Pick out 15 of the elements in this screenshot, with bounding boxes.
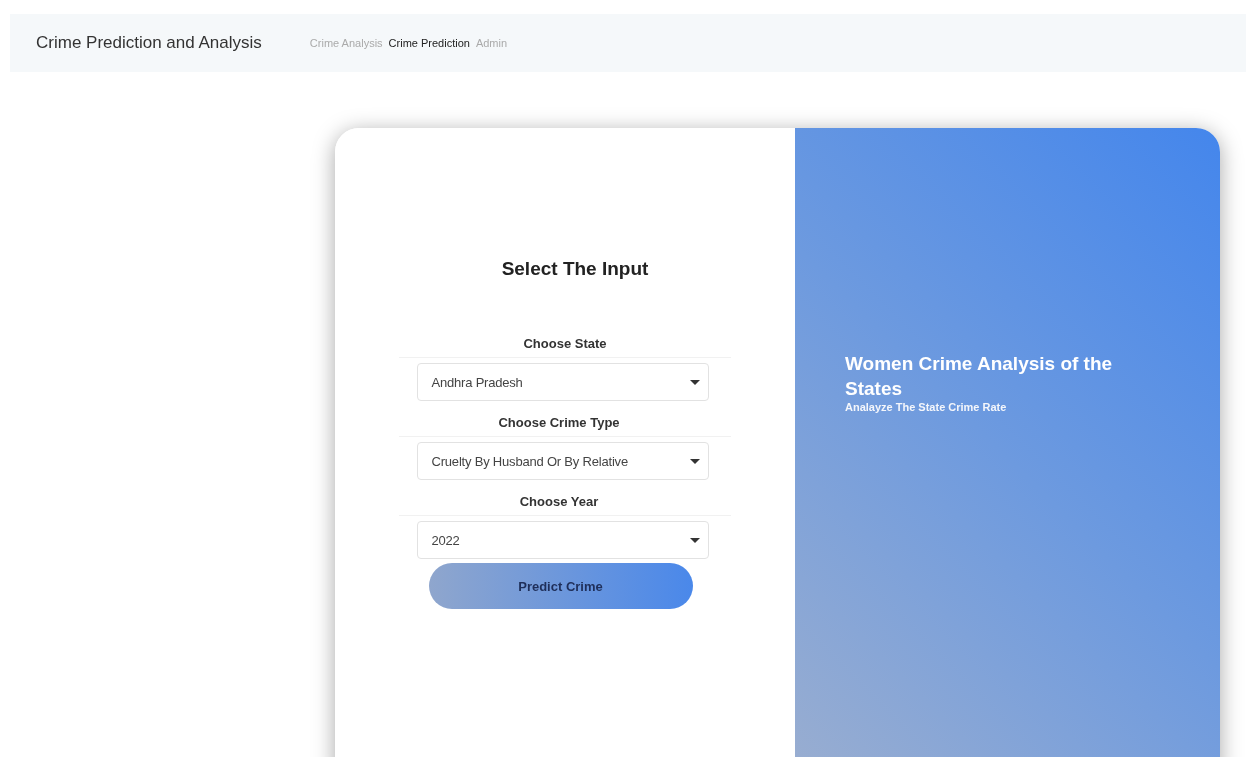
field-label: Choose Crime Type: [498, 415, 620, 430]
nav-link[interactable]: Crime Prediction: [388, 37, 470, 49]
dropdown-field[interactable]: 2022: [416, 521, 709, 559]
field-label: Choose Year: [519, 494, 599, 509]
dropdown-field[interactable]: Andhra Pradesh: [416, 363, 709, 401]
form-title: Select The Input: [501, 258, 649, 280]
brand-title: Crime Prediction and Analysis: [36, 33, 262, 53]
panel-subtitle: Analayze The State Crime Rate: [845, 401, 1008, 414]
panel-title: Women Crime Analysis of the States: [845, 352, 1114, 401]
caret-icon: [689, 379, 700, 385]
caret-icon: [689, 537, 700, 543]
caret-icon: [689, 458, 700, 464]
predict-button[interactable]: Predict Crime: [428, 563, 693, 609]
field-label: Choose State: [523, 336, 607, 351]
dropdown-field[interactable]: Cruelty By Husband Or By Relative: [416, 442, 709, 480]
